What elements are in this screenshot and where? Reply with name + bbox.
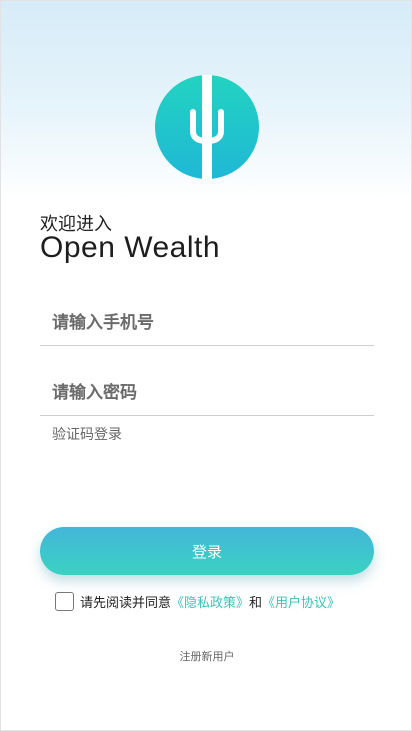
app-title: Open Wealth: [40, 231, 221, 264]
sms-login-link[interactable]: 验证码登录: [52, 424, 122, 444]
register-link[interactable]: 注册新用户: [1, 648, 411, 664]
phone-field: [40, 300, 374, 346]
login-button[interactable]: 登录: [40, 527, 374, 575]
fork-logo-icon: [155, 75, 259, 179]
agreement-prefix: 请先阅读并同意: [80, 595, 172, 611]
agreement-connector: 和: [249, 595, 263, 611]
agreement-checkbox[interactable]: [55, 591, 74, 611]
app-screen: 欢迎进入 Open Wealth 验证码登录 登录 请先阅读并同意 《隐私政策》…: [0, 0, 412, 731]
privacy-policy-link[interactable]: 《隐私政策》: [171, 592, 249, 611]
password-field: [40, 370, 374, 416]
agreement-row: 请先阅读并同意 《隐私政策》 和 《用户协议》: [55, 591, 340, 611]
password-input[interactable]: [52, 370, 362, 416]
phone-input[interactable]: [52, 300, 362, 346]
user-agreement-link[interactable]: 《用户协议》: [262, 592, 340, 611]
